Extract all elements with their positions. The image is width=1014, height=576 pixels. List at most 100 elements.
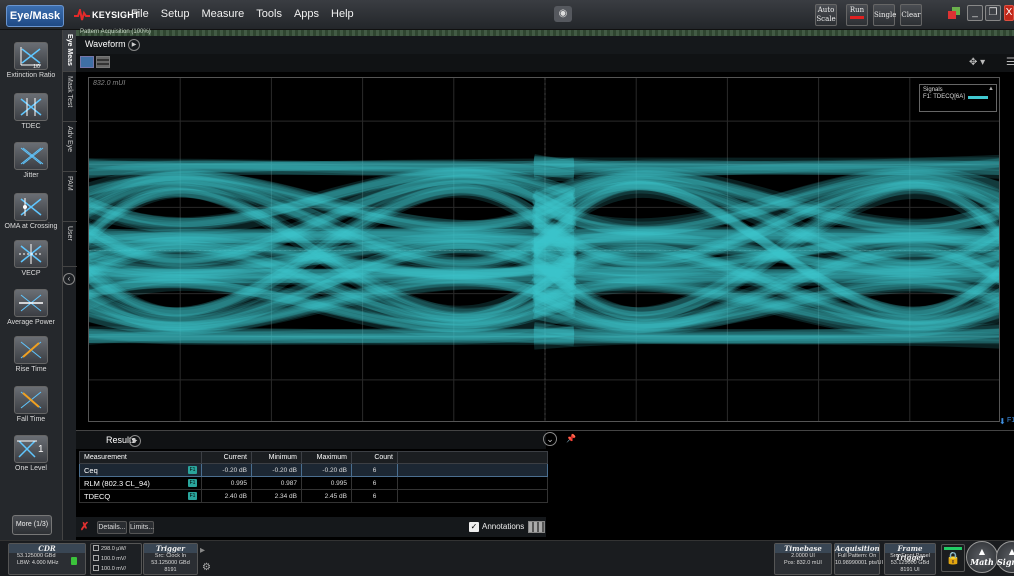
lock-icon[interactable]: 🔒 (941, 544, 965, 572)
pin-icon[interactable]: 📌 (566, 434, 576, 443)
waveform-menu-icon[interactable]: ☰ (1006, 56, 1014, 70)
source-badge: F1 (188, 491, 197, 500)
tab-user[interactable]: User (63, 222, 77, 267)
sidebar-item-fall-time[interactable]: Fall Time (0, 386, 62, 424)
pan-zoom-icon[interactable]: ✥ ▾ (969, 56, 997, 70)
tab-adv-eye[interactable]: Adv Eye (63, 122, 77, 172)
autoscale-button[interactable]: Auto Scale (815, 4, 837, 26)
current-value: 2.40 dB (201, 489, 252, 503)
sidebar-item-label: Average Power (7, 319, 55, 326)
stacked-grid-view-icon[interactable] (96, 56, 110, 68)
menu-tools[interactable]: Tools (256, 8, 282, 20)
sidebar-item-vecp[interactable]: VECP (0, 240, 62, 278)
channel-1-value: 298.0 µW/ (101, 546, 127, 552)
sidebar-item-label: Extinction Ratio (6, 72, 56, 79)
tab-label: Adv Eye (66, 126, 73, 153)
menu-apps[interactable]: Apps (294, 8, 319, 20)
col-maximum[interactable]: Maximum (301, 451, 352, 464)
col-measurement[interactable]: Measurement (79, 451, 202, 464)
measurement-sidebar: 1/0 Extinction Ratio TDEC Jitter OMA at … (0, 30, 62, 540)
connection-status-icon[interactable] (947, 6, 961, 20)
tab-pam[interactable]: PAM (63, 172, 77, 222)
acquisition-status-block[interactable]: Acquisition Full Pattern: On 10.98990001… (834, 543, 883, 575)
tab-label: Eye Meas (66, 34, 73, 66)
single-grid-view-icon[interactable] (80, 56, 94, 68)
channel-scales-block[interactable]: 298.0 µW/ 100.0 mV/ 100.0 mV/ (90, 543, 142, 575)
restore-icon[interactable]: ❐ (985, 5, 1001, 21)
svg-text:1: 1 (38, 444, 44, 455)
eye-level-band (89, 229, 999, 243)
measurement-name-cell: TDECQ F1 (79, 489, 202, 503)
count-value: 6 (351, 463, 398, 477)
frame-trigger-rate: 53.125000 GBd (890, 560, 930, 566)
more-measurements-button[interactable]: More (1/3) (12, 515, 52, 535)
minimize-icon[interactable]: _ (967, 5, 983, 21)
one-level-icon: 1 (14, 435, 48, 463)
sidebar-item-label: VECP (21, 270, 41, 277)
table-layout-icon[interactable] (528, 521, 545, 533)
frame-trigger-title: Frame Trigger (885, 544, 935, 562)
menu-measure[interactable]: Measure (201, 8, 244, 20)
tab-mask-test[interactable]: Mask Test (63, 72, 77, 122)
table-row[interactable]: Ceq F1 -0.20 dB -0.20 dB -0.20 dB 6 (79, 463, 548, 477)
sidebar-item-label: Rise Time (15, 366, 47, 373)
close-icon[interactable]: X (1004, 5, 1014, 21)
table-row[interactable]: TDECQ F1 2.40 dB 2.34 dB 2.45 dB 6 (79, 489, 548, 503)
rise-time-icon (14, 336, 48, 364)
menu-help[interactable]: Help (331, 8, 354, 20)
eye-level-band (89, 269, 999, 283)
gear-icon[interactable]: ⚙ (202, 563, 212, 573)
trigger-status-block[interactable]: Trigger Src: Clock In 53.125000 GBd 8191 (143, 543, 198, 575)
timebase-title: Timebase (775, 544, 831, 553)
col-spacer (397, 451, 548, 464)
clear-button[interactable]: Clear (900, 4, 922, 26)
sidebar-item-rise-time[interactable]: Rise Time (0, 336, 62, 374)
waveform-header: Waveform ▶ (76, 36, 1014, 54)
legend-collapse-icon[interactable]: ▲ (988, 86, 994, 92)
sidebar-item-tdec[interactable]: TDEC (0, 93, 62, 131)
math-button[interactable]: ▲ Math (966, 541, 998, 573)
sidebar-item-average-power[interactable]: Average Power (0, 289, 62, 327)
sidebar-item-jitter[interactable]: Jitter (0, 142, 62, 180)
minimum-value: 2.34 dB (251, 489, 302, 503)
eye-diagram-plot[interactable]: 832.0 mUI Signals ▲ F1: TDECQ[6A] (88, 77, 1000, 422)
waveform-expand-icon[interactable]: ▶ (128, 39, 140, 51)
sidebar-item-label: TDEC (21, 123, 41, 130)
main-menu: File Setup Measure Tools Apps Help (131, 8, 366, 20)
sidebar-item-one-level[interactable]: 1 One Level (0, 435, 62, 473)
delete-measurement-icon[interactable]: ✗ (80, 520, 92, 534)
signal-marker-arrow-icon[interactable]: ⬇ (999, 417, 1006, 426)
results-expand-icon[interactable]: ▶ (129, 435, 141, 447)
screenshot-camera-icon[interactable]: ◉ (554, 6, 572, 22)
single-button[interactable]: Single (873, 4, 896, 26)
eye-trace-group (89, 154, 999, 350)
waveform-title: Waveform (85, 39, 126, 49)
details-button[interactable]: Details... (97, 521, 127, 534)
col-current[interactable]: Current (201, 451, 252, 464)
collapse-sidebar-icon[interactable]: ‹ (63, 273, 75, 285)
menu-file[interactable]: File (131, 8, 149, 20)
frame-trigger-status-block[interactable]: Frame Trigger Src: Front Panel 53.125000… (884, 543, 936, 575)
col-minimum[interactable]: Minimum (251, 451, 302, 464)
maximum-value: 0.995 (301, 476, 352, 490)
table-row[interactable]: RLM (802.3 CL_94) F1 0.995 0.987 0.995 6 (79, 476, 548, 490)
jitter-icon (14, 142, 48, 170)
sidebar-item-extinction-ratio[interactable]: 1/0 Extinction Ratio (0, 42, 62, 80)
panel-toggle-icon[interactable]: ⌄ (543, 432, 557, 446)
menu-setup[interactable]: Setup (161, 8, 190, 20)
sidebar-item-label: OMA at Crossing (4, 223, 58, 230)
channel-icon (93, 565, 99, 571)
channel-icon (93, 555, 99, 561)
timebase-status-block[interactable]: Timebase 2.0000 UI Pos: 832.0 mUI (774, 543, 832, 575)
spacer-cell (397, 489, 548, 503)
cdr-status-block[interactable]: CDR 53.125000 GBd LBW: 4.000 MHz (8, 543, 86, 575)
average-power-icon (14, 289, 48, 317)
run-button[interactable]: Run (846, 4, 868, 26)
results-footer: ✗ Details... Limits... ✓ Annotations (76, 517, 546, 537)
eye-mask-mode-button[interactable]: Eye/Mask (6, 5, 64, 27)
sidebar-item-oma[interactable]: OMA at Crossing (0, 193, 62, 231)
annotations-checkbox[interactable]: ✓ (469, 522, 479, 532)
col-count[interactable]: Count (351, 451, 398, 464)
limits-button[interactable]: Limits... (129, 521, 154, 534)
tab-eye-meas[interactable]: Eye Meas (63, 30, 77, 72)
